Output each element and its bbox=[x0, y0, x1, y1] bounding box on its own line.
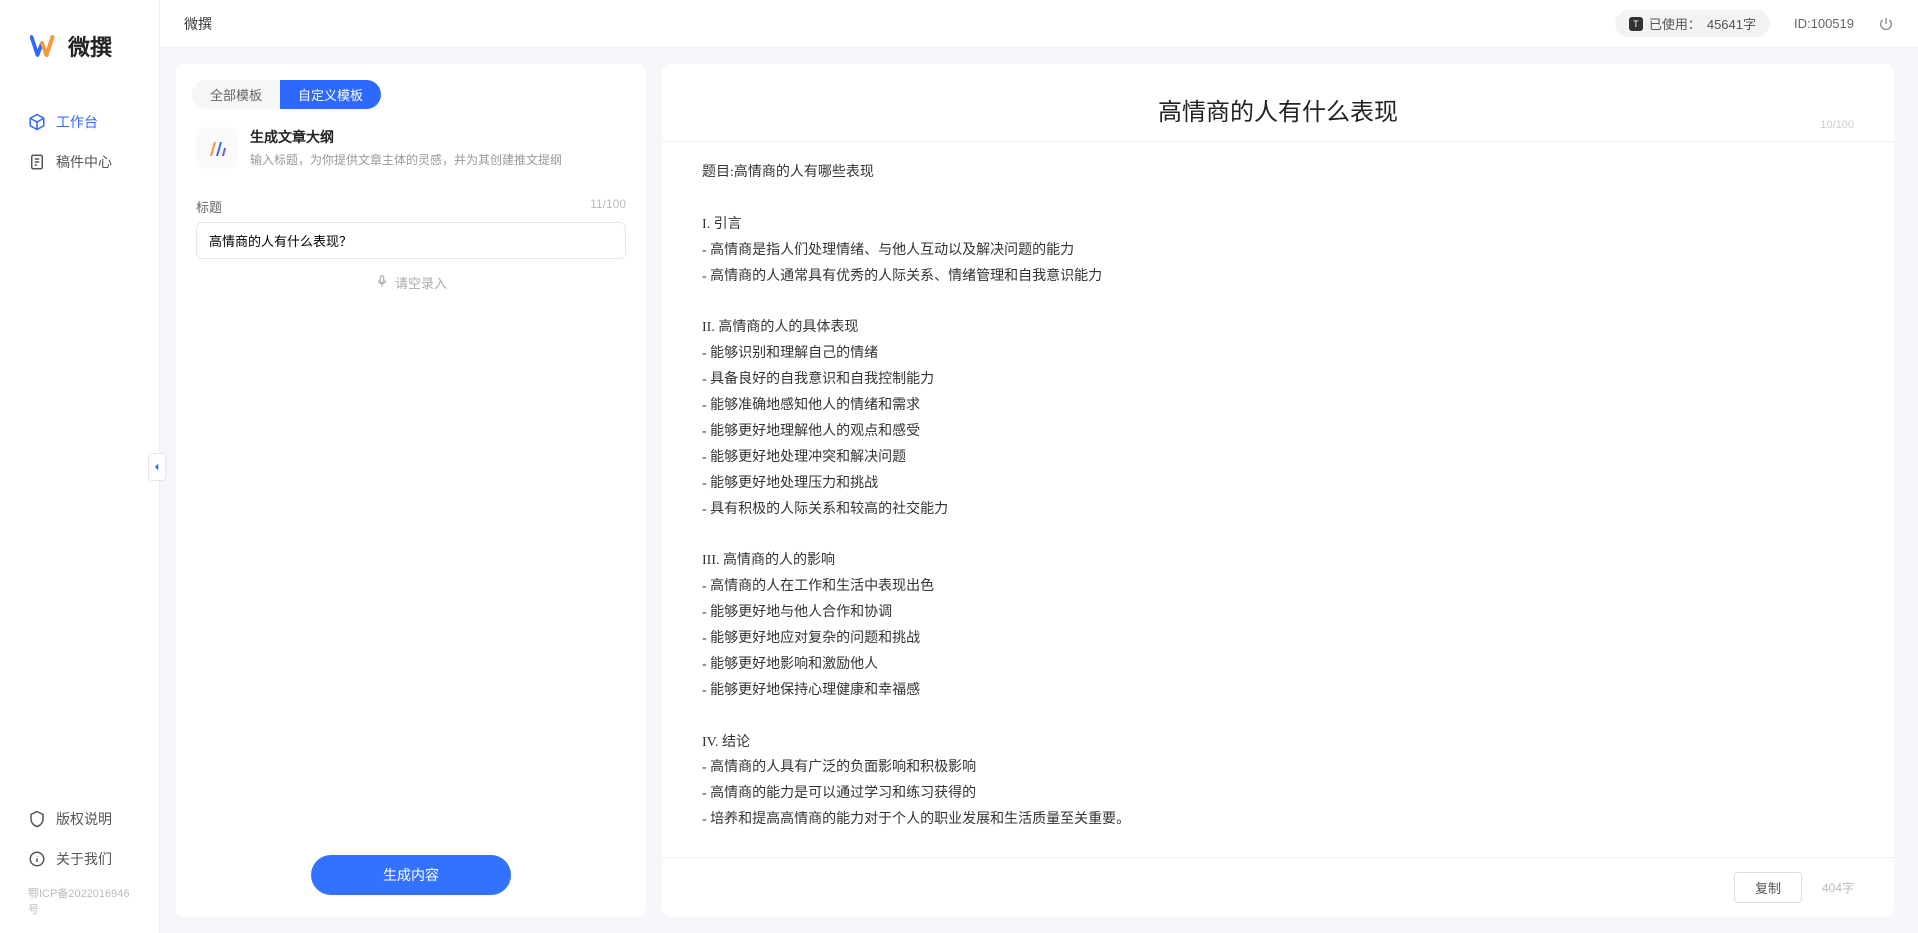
cube-icon bbox=[28, 113, 46, 131]
char-count: 404字 bbox=[1822, 879, 1854, 896]
output-footer: 复制 404字 bbox=[662, 857, 1894, 917]
usage-icon: T bbox=[1629, 17, 1643, 31]
usage-prefix: 已使用： bbox=[1649, 14, 1701, 33]
template-icon bbox=[196, 127, 238, 169]
output-title: 高情商的人有什么表现 bbox=[702, 92, 1854, 127]
nav-label: 关于我们 bbox=[56, 849, 112, 869]
usage-value: 45641字 bbox=[1707, 14, 1756, 33]
topbar-right: T 已使用： 45641字 ID:100519 bbox=[1615, 10, 1894, 37]
nav-label: 稿件中心 bbox=[56, 152, 112, 172]
voice-input-button[interactable]: 请空录入 bbox=[196, 259, 626, 306]
template-card: 生成文章大纲 输入标题，为你提供文章主体的灵感，并为其创建推文提纲 bbox=[176, 109, 646, 187]
output-panel: 高情商的人有什么表现 10/100 题目:高情商的人有哪些表现 I. 引言 - … bbox=[662, 64, 1894, 917]
main: 微撰 T 已使用： 45641字 ID:100519 全部模板 自定义模板 bbox=[160, 0, 1918, 933]
mic-icon bbox=[375, 274, 389, 291]
output-header: 高情商的人有什么表现 10/100 bbox=[662, 64, 1894, 142]
sidebar-collapse-button[interactable] bbox=[148, 453, 166, 481]
title-label: 标题 bbox=[196, 197, 222, 216]
brand-name: 微撰 bbox=[68, 30, 112, 62]
tab-custom-templates[interactable]: 自定义模板 bbox=[280, 80, 381, 109]
user-id: ID:100519 bbox=[1794, 16, 1854, 31]
title-input[interactable] bbox=[196, 222, 626, 259]
template-desc: 输入标题，为你提供文章主体的灵感，并为其创建推文提纲 bbox=[250, 151, 562, 168]
voice-label: 请空录入 bbox=[395, 273, 447, 292]
template-tabs: 全部模板 自定义模板 bbox=[176, 64, 646, 109]
nav-item-drafts[interactable]: 稿件中心 bbox=[0, 142, 159, 182]
sidebar-bottom: 版权说明 关于我们 鄂ICP备2022016946号 bbox=[0, 799, 159, 933]
nav-item-copyright[interactable]: 版权说明 bbox=[0, 799, 159, 839]
nav-label: 工作台 bbox=[56, 112, 98, 132]
output-body: 题目:高情商的人有哪些表现 I. 引言 - 高情商是指人们处理情绪、与他人互动以… bbox=[662, 142, 1894, 857]
nav-item-workspace[interactable]: 工作台 bbox=[0, 102, 159, 142]
template-title: 生成文章大纲 bbox=[250, 127, 562, 147]
icp-link[interactable]: 鄂ICP备2022016946号 bbox=[0, 879, 159, 917]
usage-badge: T 已使用： 45641字 bbox=[1615, 10, 1770, 37]
nav-item-about[interactable]: 关于我们 bbox=[0, 839, 159, 879]
page-title: 微撰 bbox=[184, 14, 212, 34]
output-title-counter: 10/100 bbox=[1820, 119, 1854, 131]
shield-icon bbox=[28, 810, 46, 828]
nav-label: 版权说明 bbox=[56, 809, 112, 829]
generate-button[interactable]: 生成内容 bbox=[311, 855, 511, 895]
tab-all-templates[interactable]: 全部模板 bbox=[192, 80, 280, 109]
document-icon bbox=[28, 153, 46, 171]
nav: 工作台 稿件中心 bbox=[0, 92, 159, 799]
form-section: 标题 11/100 请空录入 bbox=[176, 187, 646, 839]
power-icon[interactable] bbox=[1878, 16, 1894, 32]
input-panel: 全部模板 自定义模板 生成文章大纲 输入标题，为你提供文章主体的灵感，并为其创建… bbox=[176, 64, 646, 917]
topbar: 微撰 T 已使用： 45641字 ID:100519 bbox=[160, 0, 1918, 48]
content-area: 全部模板 自定义模板 生成文章大纲 输入标题，为你提供文章主体的灵感，并为其创建… bbox=[160, 48, 1918, 933]
sidebar: 微撰 工作台 稿件中心 版权说明 bbox=[0, 0, 160, 933]
info-icon bbox=[28, 850, 46, 868]
title-counter: 11/100 bbox=[590, 197, 626, 216]
copy-button[interactable]: 复制 bbox=[1734, 872, 1802, 903]
logo: 微撰 bbox=[0, 30, 159, 92]
logo-icon bbox=[30, 31, 60, 61]
